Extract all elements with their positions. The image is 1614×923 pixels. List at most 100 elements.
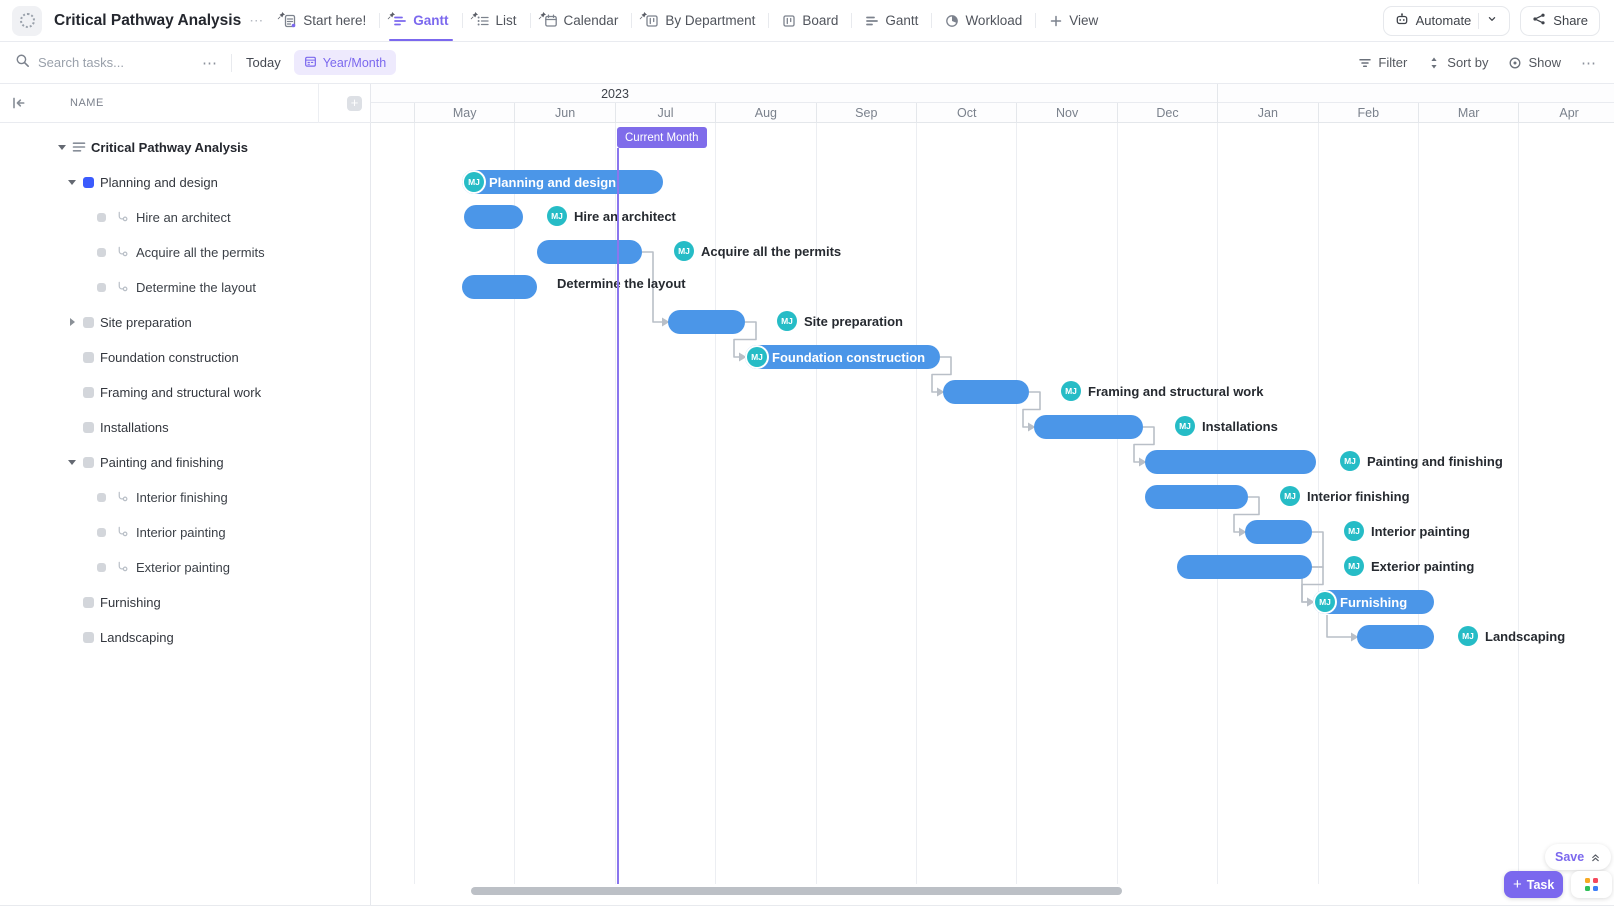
task-name-label: Acquire all the permits [701,243,842,259]
list-view-icon[interactable] [72,140,86,154]
gantt-bar-interior-finishing[interactable] [1145,485,1248,509]
toolbar-more-icon[interactable]: ⋯ [1581,54,1598,72]
task-status-icon[interactable] [83,316,94,328]
save-label: Save [1555,850,1585,864]
chevron-down-icon[interactable] [1486,13,1498,28]
page-title: Critical Pathway Analysis [54,11,242,29]
tree-row-hire-an-architect[interactable]: Hire an architect [0,200,370,235]
task-status-icon[interactable] [97,282,106,292]
sort-button[interactable]: Sort by [1427,55,1488,70]
tab-calendar[interactable]: Calendar [532,0,631,41]
tree-row-critical-pathway-analysis[interactable]: Critical Pathway Analysis [0,130,370,165]
tab-list[interactable]: List [464,0,529,41]
gantt-bar-exterior-painting[interactable] [1177,555,1312,579]
tab-gantt[interactable]: Gantt [853,0,930,41]
tree-row-label: Acquire all the permits [136,244,265,260]
tree-row-installations[interactable]: Installations [0,410,370,445]
gantt-bar-determine-the-layout[interactable] [462,275,537,299]
today-button[interactable]: Today [246,55,281,70]
bar-external-label: MJ Landscaping [1458,626,1565,646]
task-name-label: Installations [1202,418,1278,434]
task-status-icon[interactable] [83,456,94,468]
timescale-button[interactable]: Year/Month [293,50,397,75]
tree-row-exterior-painting[interactable]: Exterior painting [0,550,370,585]
task-status-icon[interactable] [97,527,106,537]
month-label: Feb [1317,103,1418,123]
add-task-button[interactable]: + Task [1504,871,1564,898]
share-button[interactable]: Share [1520,5,1600,36]
tab-gantt[interactable]: Gantt [381,0,460,41]
task-status-icon[interactable] [83,596,94,608]
current-date-line [617,148,619,884]
tree-row-determine-the-layout[interactable]: Determine the layout [0,270,370,305]
tree-row-foundation-construction[interactable]: Foundation construction [0,340,370,375]
assignee-avatar: MJ [1344,556,1364,576]
tab-workload[interactable]: Workload [933,0,1034,41]
apps-grid-button[interactable] [1571,871,1612,898]
tree-row-site-preparation[interactable]: Site preparation [0,305,370,340]
task-status-icon[interactable] [83,176,94,188]
tree-row-planning-and-design[interactable]: Planning and design [0,165,370,200]
add-view-button[interactable]: View [1037,0,1110,41]
search-box[interactable] [15,53,188,73]
tab-by-department[interactable]: By Department [633,0,767,41]
bar-external-label: MJ Interior painting [1344,521,1470,541]
tab-separator [1035,13,1037,28]
tree-row-acquire-all-the-permits[interactable]: Acquire all the permits [0,235,370,270]
gantt-bar-hire-an-architect[interactable] [464,205,523,229]
add-column-button[interactable]: + [347,96,362,111]
tab-separator [931,13,933,28]
tree-row-furnishing[interactable]: Furnishing [0,585,370,620]
tree-row-label: Planning and design [100,174,218,190]
gantt-bar-landscaping[interactable] [1357,625,1434,649]
tree-row-landscaping[interactable]: Landscaping [0,620,370,655]
gantt-bar-acquire-all-the-permits[interactable] [537,240,642,264]
tab-board[interactable]: Board [770,0,850,41]
tab-start-here-[interactable]: Start here! [271,0,378,41]
horizontal-scrollbar[interactable] [471,887,1122,895]
gantt-bar-framing-and-structural-work[interactable] [943,380,1029,404]
task-status-icon[interactable] [97,247,106,257]
task-status-icon[interactable] [97,562,106,572]
year-divider [1217,84,1218,103]
title-more-icon[interactable]: ⋯ [249,12,265,29]
search-more-icon[interactable]: ⋯ [202,54,219,72]
tab-label: Calendar [563,13,619,28]
task-tree-sidebar: NAME + Critical Pathway Analysis Planning… [0,84,371,905]
automate-button[interactable]: Automate [1382,5,1511,36]
month-header-row: May Jun Jul Aug Sep Oct Nov Dec Jan Feb Mar Apr [371,103,1614,123]
tree-row-interior-finishing[interactable]: Interior finishing [0,480,370,515]
tree-row-framing-and-structural-work[interactable]: Framing and structural work [0,375,370,410]
gantt-bar-furnishing[interactable]: MJ Furnishing [1313,590,1434,614]
task-status-icon[interactable] [83,351,94,363]
page-bottom-border [0,905,1614,906]
gantt-bar-site-preparation[interactable] [668,310,745,334]
filter-button[interactable]: Filter [1358,55,1407,70]
task-status-icon[interactable] [97,492,106,502]
workspace-avatar[interactable] [12,5,42,36]
expand-arrow-icon[interactable] [56,144,68,150]
save-button[interactable]: Save [1545,844,1612,870]
expand-arrow-icon[interactable] [66,459,78,465]
task-status-icon[interactable] [83,421,94,433]
sort-label: Sort by [1447,55,1489,70]
tree-row-painting-and-finishing[interactable]: Painting and finishing [0,445,370,480]
tree-row-interior-painting[interactable]: Interior painting [0,515,370,550]
collapse-sidebar-icon[interactable] [10,95,26,116]
year-label: 2023 [601,87,629,101]
month-label: May [414,103,514,123]
task-status-icon[interactable] [83,386,94,398]
search-input[interactable] [38,55,188,70]
task-status-icon[interactable] [97,212,106,222]
expand-arrow-icon[interactable] [66,318,78,326]
gantt-bar-foundation-construction[interactable]: MJ Foundation construction [745,345,940,369]
gantt-bar-painting-and-finishing[interactable] [1145,450,1316,474]
tab-separator [529,13,531,28]
expand-arrow-icon[interactable] [66,179,78,185]
show-button[interactable]: Show [1508,55,1561,70]
gantt-bar-planning-and-design[interactable]: MJ Planning and design [462,170,663,194]
assignee-avatar: MJ [1340,451,1360,471]
task-status-icon[interactable] [83,631,94,643]
gantt-bar-installations[interactable] [1034,415,1143,439]
gantt-bar-interior-painting[interactable] [1245,520,1312,544]
